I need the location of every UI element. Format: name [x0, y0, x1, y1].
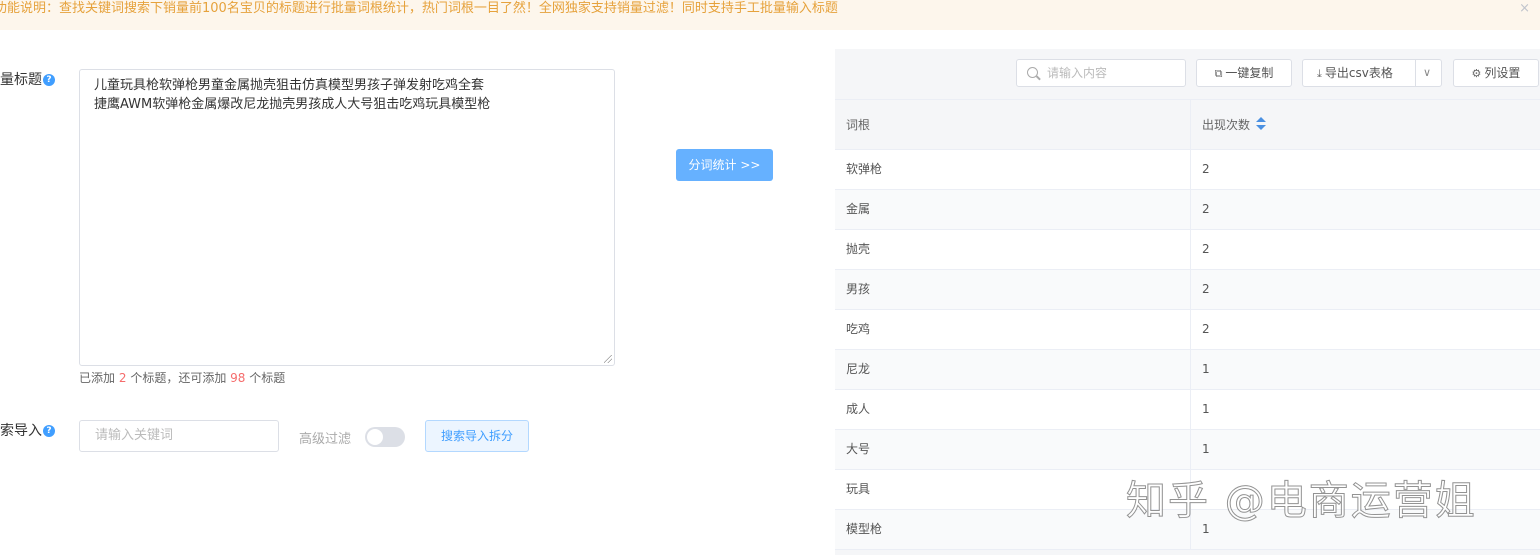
titles-textarea[interactable]: 儿童玩具枪软弹枪男童金属抛壳狙击仿真模型男孩子弹发射吃鸡全套 捷鹰AWM软弹枪金… — [79, 69, 615, 366]
cell-count: 2 — [1202, 202, 1210, 216]
cell-root: 抛壳 — [835, 230, 1191, 269]
hint-middle: 个标题，还可添加 — [130, 371, 227, 385]
table-row[interactable]: 金属 2 — [835, 190, 1540, 230]
search-import-split-button[interactable]: 搜索导入拆分 — [425, 420, 529, 452]
table-row[interactable]: 大号 1 — [835, 430, 1540, 470]
cell-root: 软弹枪 — [835, 150, 1191, 189]
resize-handle[interactable] — [604, 355, 612, 363]
keyword-input[interactable]: 请输入关键词 — [79, 420, 279, 452]
button-divider — [1415, 60, 1416, 86]
table-header: 词根 出现次数 — [835, 99, 1540, 150]
results-toolbar: 请输入内容 ⧉ 一键复制 ⤓ 导出csv表格 ∨ ⚙ 列设置 — [835, 49, 1540, 99]
table-row[interactable]: 尼龙 1 — [835, 350, 1540, 390]
column-header-root[interactable]: 词根 — [835, 100, 1191, 150]
table-row[interactable]: 吃鸡 2 — [835, 310, 1540, 350]
advanced-filter-label: 高级过滤 — [299, 432, 352, 447]
sort-icon[interactable] — [1256, 117, 1267, 131]
search-import-label-text: 搜索导入 — [0, 423, 42, 439]
table-row[interactable]: 成人 1 — [835, 390, 1540, 430]
copy-icon: ⧉ — [1214, 67, 1223, 80]
column-settings-label: 列设置 — [1484, 66, 1521, 80]
table-row[interactable]: 抛壳 2 — [835, 230, 1540, 270]
column-header-count-label: 出现次数 — [1202, 118, 1251, 132]
notice-text: 功能说明：查找关键词搜索下销量前100名宝贝的标题进行批量词根统计，热门词根一目… — [0, 1, 838, 16]
search-import-label: 搜索导入? — [0, 420, 55, 440]
export-label: 导出csv表格 — [1324, 66, 1393, 80]
titles-label-text: 批量标题 — [0, 72, 42, 88]
cell-count: 1 — [1202, 402, 1210, 416]
export-csv-button[interactable]: ⤓ 导出csv表格 ∨ — [1302, 59, 1442, 87]
titles-count-hint: 已添加 2 个标题，还可添加 98 个标题 — [79, 369, 285, 386]
cell-root: 成人 — [835, 390, 1191, 429]
search-placeholder: 请输入内容 — [1047, 66, 1108, 80]
remaining-count: 98 — [230, 371, 246, 385]
toggle-knob — [367, 429, 383, 445]
chevron-down-icon[interactable]: ∨ — [1423, 60, 1431, 86]
close-icon[interactable]: × — [1519, 0, 1530, 18]
results-search-input[interactable]: 请输入内容 — [1016, 59, 1186, 87]
cell-root: 尼龙 — [835, 350, 1191, 389]
title-line: 儿童玩具枪软弹枪男童金属抛壳狙击仿真模型男孩子弹发射吃鸡全套 — [94, 78, 485, 93]
title-line: 捷鹰AWM软弹枪金属爆改尼龙抛壳男孩成人大号狙击吃鸡玩具模型枪 — [94, 97, 491, 112]
table-row[interactable]: 软弹枪 2 — [835, 150, 1540, 190]
copy-all-button[interactable]: ⧉ 一键复制 — [1196, 59, 1292, 87]
search-icon — [1027, 67, 1038, 78]
help-icon[interactable]: ? — [43, 425, 55, 437]
column-header-count[interactable]: 出现次数 — [1191, 100, 1540, 150]
download-icon: ⤓ — [1317, 67, 1322, 80]
copy-label: 一键复制 — [1225, 66, 1274, 80]
cell-count: 2 — [1202, 242, 1210, 256]
titles-label: 批量标题? — [0, 69, 55, 89]
cell-count: 2 — [1202, 282, 1210, 296]
cell-root: 吃鸡 — [835, 310, 1191, 349]
added-count: 2 — [118, 371, 127, 385]
cell-count: 2 — [1202, 322, 1210, 336]
cell-count: 1 — [1202, 442, 1210, 456]
table-row[interactable]: 男孩 2 — [835, 270, 1540, 310]
cell-root: 男孩 — [835, 270, 1191, 309]
split-stats-button[interactable]: 分词统计 >> — [676, 149, 773, 181]
cell-count: 1 — [1202, 362, 1210, 376]
advanced-filter-toggle[interactable] — [365, 427, 405, 447]
column-settings-button[interactable]: ⚙ 列设置 — [1453, 59, 1539, 87]
hint-prefix: 已添加 — [79, 371, 116, 385]
notice-bar: 功能说明：查找关键词搜索下销量前100名宝贝的标题进行批量词根统计，热门词根一目… — [0, 0, 1540, 30]
watermark: 知乎 @电商运营姐 — [1126, 478, 1477, 525]
cell-root: 大号 — [835, 430, 1191, 469]
cell-count: 2 — [1202, 162, 1210, 176]
help-icon[interactable]: ? — [43, 74, 55, 86]
gear-icon: ⚙ — [1471, 67, 1482, 80]
cell-root: 金属 — [835, 190, 1191, 229]
hint-suffix: 个标题 — [249, 371, 286, 385]
